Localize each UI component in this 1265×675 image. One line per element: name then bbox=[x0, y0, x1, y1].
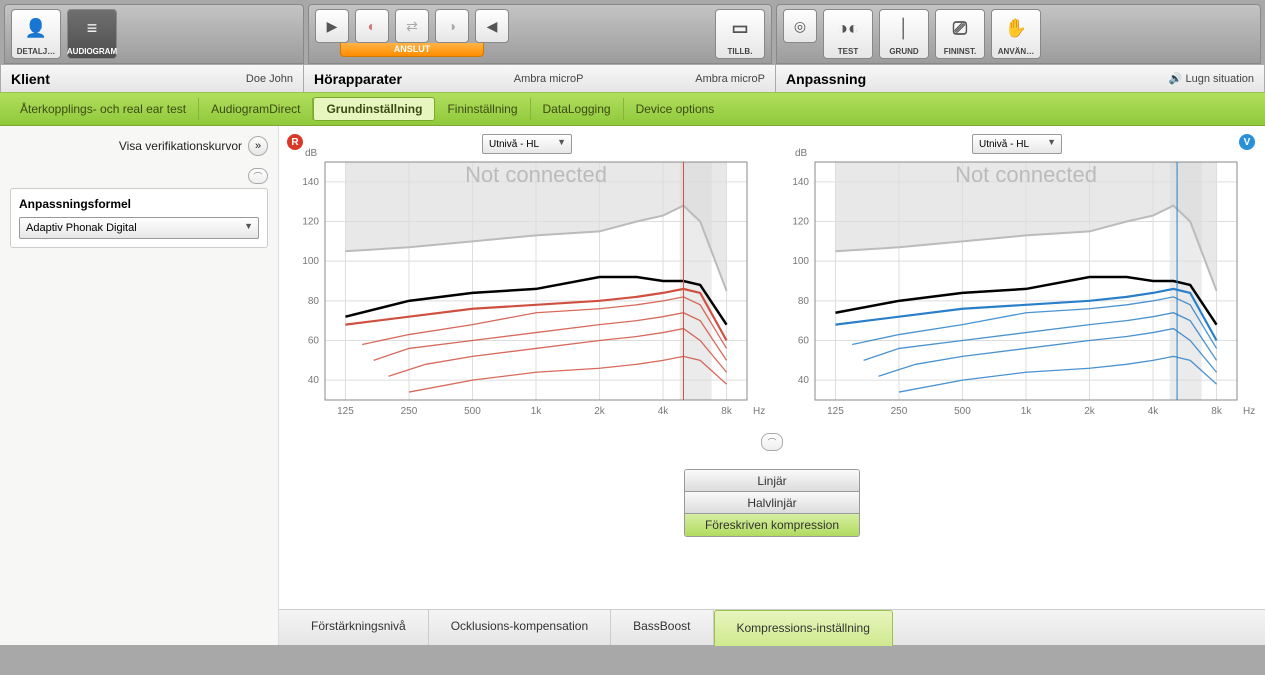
connect-button[interactable]: ANSLUT bbox=[340, 43, 484, 57]
fitting-tab-5[interactable]: Device options bbox=[624, 98, 727, 120]
test-button[interactable]: ◑◐TEST bbox=[823, 9, 873, 59]
fine-tuning-button[interactable]: ⎚FININST. bbox=[935, 9, 985, 59]
right-ear-badge: R bbox=[287, 134, 303, 150]
svg-text:80: 80 bbox=[308, 296, 320, 307]
user-button[interactable]: ✋ANVÄN… bbox=[991, 9, 1041, 59]
svg-text:dB: dB bbox=[305, 148, 318, 159]
info-hearing-aids: Hörapparater Ambra microP Ambra microP bbox=[304, 64, 776, 92]
formula-panel: Anpassningsformel Adaptiv Phonak Digital bbox=[10, 188, 268, 248]
svg-text:4k: 4k bbox=[1148, 406, 1160, 417]
svg-text:2k: 2k bbox=[594, 406, 606, 417]
toolbar-group-fitting: ◎ ◑◐TEST │GRUND ⎚FININST. ✋ANVÄN… bbox=[776, 4, 1261, 64]
svg-text:250: 250 bbox=[891, 406, 908, 417]
hand-ha-icon: ✋ bbox=[1005, 10, 1027, 47]
verification-expand-button[interactable]: » bbox=[248, 136, 268, 156]
bottom-tab-3[interactable]: Kompressions-inställning bbox=[714, 610, 893, 646]
accessories-button[interactable]: ▭TILLB. bbox=[715, 9, 765, 59]
basic-button[interactable]: │GRUND bbox=[879, 9, 929, 59]
mute-button[interactable]: ◀ bbox=[475, 9, 509, 43]
svg-text:250: 250 bbox=[401, 406, 418, 417]
chart-view-select-left[interactable]: Utnivå - HL bbox=[482, 134, 572, 154]
svg-text:100: 100 bbox=[302, 256, 319, 267]
compression-options: LinjärHalvlinjärFöreskriven kompression bbox=[684, 469, 860, 537]
svg-text:500: 500 bbox=[954, 406, 971, 417]
svg-text:60: 60 bbox=[308, 336, 320, 347]
svg-text:60: 60 bbox=[798, 336, 810, 347]
svg-text:125: 125 bbox=[337, 406, 354, 417]
link-ears-toggle[interactable]: ⌒ bbox=[248, 168, 268, 184]
ears-icon: ◑◐ bbox=[837, 10, 859, 47]
bottom-tabs: FörstärkningsnivåOcklusions-kompensation… bbox=[279, 609, 1265, 645]
left-ear-badge: V bbox=[1239, 134, 1255, 150]
chart-left-ear: Utnivå - HL Not connected 40 60 80 100 120 140… bbox=[777, 134, 1257, 427]
bottom-tab-1[interactable]: Ocklusions-kompensation bbox=[429, 609, 611, 645]
svg-text:1k: 1k bbox=[531, 406, 543, 417]
info-fitting: Anpassning 🔊 Lugn situation bbox=[776, 64, 1265, 92]
svg-text:2k: 2k bbox=[1084, 406, 1096, 417]
top-toolbar: 👤DETALJ… ≡AUDIOGRAM ▶ ◐ ⇄ ◑ ◀ ANSLUT ▭TI… bbox=[0, 0, 1265, 64]
svg-text:1k: 1k bbox=[1021, 406, 1033, 417]
compression-option-0[interactable]: Linjär bbox=[685, 470, 859, 492]
formula-select[interactable]: Adaptiv Phonak Digital bbox=[19, 217, 259, 239]
svg-text:Not connected: Not connected bbox=[465, 162, 607, 187]
fitting-tab-1[interactable]: AudiogramDirect bbox=[199, 98, 313, 120]
toolbar-group-instruments: ▶ ◐ ⇄ ◑ ◀ ANSLUT ▭TILLB. bbox=[308, 4, 772, 64]
svg-text:8k: 8k bbox=[1211, 406, 1223, 417]
sidebar: Visa verifikationskurvor » ⌒ Anpassnings… bbox=[0, 126, 279, 645]
svg-text:120: 120 bbox=[792, 217, 809, 228]
info-bar: KlientDoe John Hörapparater Ambra microP… bbox=[0, 64, 1265, 92]
svg-text:120: 120 bbox=[302, 217, 319, 228]
verification-label: Visa verifikationskurvor bbox=[119, 139, 242, 153]
svg-text:Not connected: Not connected bbox=[955, 162, 1097, 187]
toolbar-group-client: 👤DETALJ… ≡AUDIOGRAM bbox=[4, 4, 304, 64]
chart-right-ear: Utnivå - HL Not connected 40 60 80 100 120 140… bbox=[287, 134, 767, 427]
svg-text:40: 40 bbox=[308, 375, 320, 386]
audiogram-icon: ≡ bbox=[87, 10, 98, 47]
content-area: R Utnivå - HL Not connected 40 60 80 100 120 1… bbox=[279, 126, 1265, 645]
chart-view-select-right[interactable]: Utnivå - HL bbox=[972, 134, 1062, 154]
main-area: Visa verifikationskurvor » ⌒ Anpassnings… bbox=[0, 126, 1265, 645]
target-icon-button[interactable]: ◎ bbox=[783, 9, 817, 43]
svg-text:140: 140 bbox=[792, 177, 809, 188]
right-ha-button[interactable]: ◑ bbox=[435, 9, 469, 43]
compression-option-1[interactable]: Halvlinjär bbox=[685, 492, 859, 514]
bottom-tab-2[interactable]: BassBoost bbox=[611, 609, 713, 645]
person-icon: 👤 bbox=[25, 10, 47, 47]
speaker-icon: 🔊 bbox=[1169, 73, 1183, 85]
svg-text:Hz: Hz bbox=[1243, 406, 1255, 417]
left-ha-button[interactable]: ◐ bbox=[355, 9, 389, 43]
svg-text:4k: 4k bbox=[658, 406, 670, 417]
formula-title: Anpassningsformel bbox=[19, 197, 259, 211]
fitting-tab-3[interactable]: Fininställning bbox=[435, 98, 530, 120]
svg-text:100: 100 bbox=[792, 256, 809, 267]
svg-text:8k: 8k bbox=[721, 406, 733, 417]
client-details-button[interactable]: 👤DETALJ… bbox=[11, 9, 61, 59]
fitting-tabs: Återkopplings- och real ear testAudiogra… bbox=[0, 92, 1265, 126]
svg-text:500: 500 bbox=[464, 406, 481, 417]
svg-text:125: 125 bbox=[827, 406, 844, 417]
fitting-tab-0[interactable]: Återkopplings- och real ear test bbox=[8, 98, 199, 120]
svg-text:40: 40 bbox=[798, 375, 810, 386]
bottom-tab-0[interactable]: Förstärkningsnivå bbox=[289, 609, 429, 645]
link-charts-toggle[interactable]: ⌒ bbox=[761, 433, 783, 451]
remote-icon: ▭ bbox=[731, 10, 748, 47]
svg-text:80: 80 bbox=[798, 296, 810, 307]
audiogram-button[interactable]: ≡AUDIOGRAM bbox=[67, 9, 117, 59]
compression-option-2[interactable]: Föreskriven kompression bbox=[685, 514, 859, 536]
info-client: KlientDoe John bbox=[0, 64, 304, 92]
sliders-icon: ⎚ bbox=[953, 10, 967, 47]
svg-text:140: 140 bbox=[302, 177, 319, 188]
link-button[interactable]: ⇄ bbox=[395, 9, 429, 43]
play-button[interactable]: ▶ bbox=[315, 9, 349, 43]
svg-text:Hz: Hz bbox=[753, 406, 765, 417]
fitting-tab-2[interactable]: Grundinställning bbox=[313, 97, 435, 121]
svg-text:dB: dB bbox=[795, 148, 808, 159]
slider-single-icon: │ bbox=[898, 10, 909, 47]
fitting-tab-4[interactable]: DataLogging bbox=[531, 98, 624, 120]
